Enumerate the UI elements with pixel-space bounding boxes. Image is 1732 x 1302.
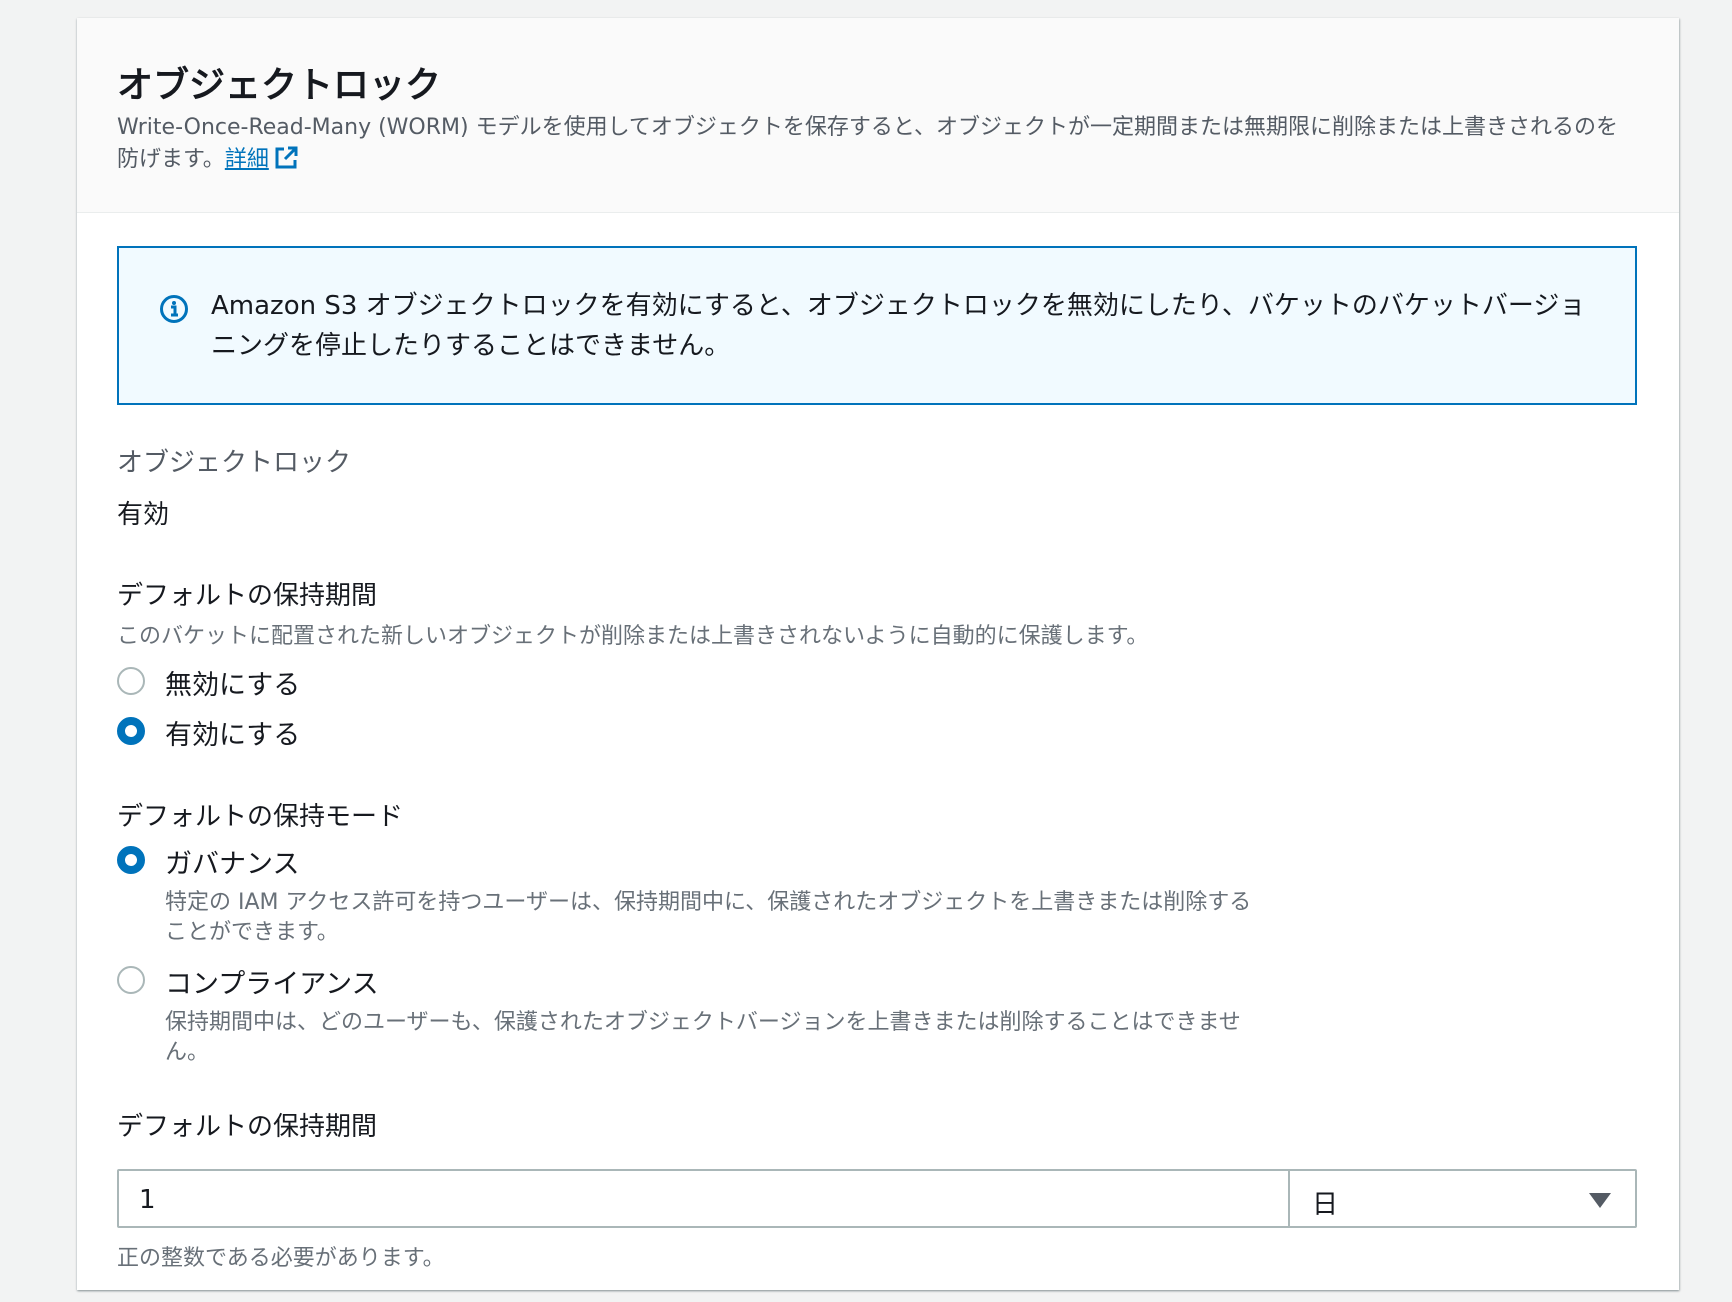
radio-compliance-label: コンプライアンス (165, 969, 379, 1000)
retention-unit-select[interactable]: 日 (1288, 1169, 1637, 1228)
retention-period-label: デフォルトの保持期間 (117, 1112, 378, 1142)
panel-header: オブジェクトロック Write-Once-Read-Many (WORM) モデ… (77, 18, 1679, 213)
info-icon (160, 295, 188, 323)
panel-description-text: Write-Once-Read-Many (WORM) モデルを使用してオブジェ… (117, 115, 1619, 172)
object-lock-value: 有効 (117, 500, 170, 530)
panel-description: Write-Once-Read-Many (WORM) モデルを使用してオブジェ… (117, 112, 1637, 176)
retention-period-hint: 正の整数である必要があります。 (117, 1246, 445, 1271)
details-link-label: 詳細 (224, 147, 269, 172)
object-lock-label: オブジェクトロック (117, 448, 352, 478)
panel-title: オブジェクトロック (117, 65, 442, 106)
object-lock-panel: オブジェクトロック Write-Once-Read-Many (WORM) モデ… (77, 18, 1679, 1290)
retention-unit-value: 日 (1312, 1190, 1339, 1220)
retention-period-input[interactable]: 1 (117, 1169, 1327, 1228)
radio-governance[interactable] (117, 846, 145, 874)
default-retention-description: このバケットに配置された新しいオブジェクトが削除または上書きされないように自動的… (117, 624, 1149, 649)
radio-governance-description: 特定の IAM アクセス許可を持つユーザーは、保持期間中に、保護されたオブジェク… (165, 890, 1252, 945)
default-retention-label: デフォルトの保持期間 (117, 581, 378, 611)
info-alert-text: Amazon S3 オブジェクトロックを有効にすると、オブジェクトロックを無効に… (211, 291, 1586, 361)
radio-disable-label: 無効にする (165, 670, 301, 701)
radio-disable[interactable] (117, 667, 145, 695)
info-alert: Amazon S3 オブジェクトロックを有効にすると、オブジェクトロックを無効に… (117, 246, 1637, 405)
external-link-icon (275, 146, 298, 169)
radio-enable[interactable] (117, 717, 145, 745)
radio-enable-label: 有効にする (165, 720, 301, 751)
radio-compliance[interactable] (117, 966, 145, 994)
radio-governance-label: ガバナンス (165, 849, 300, 880)
details-link[interactable]: 詳細 (224, 146, 299, 172)
radio-compliance-description: 保持期間中は、どのユーザーも、保護されたオブジェクトバージョンを上書きまたは削除… (165, 1010, 1241, 1065)
caret-down-icon (1589, 1193, 1611, 1208)
retention-mode-label: デフォルトの保持モード (117, 802, 404, 832)
